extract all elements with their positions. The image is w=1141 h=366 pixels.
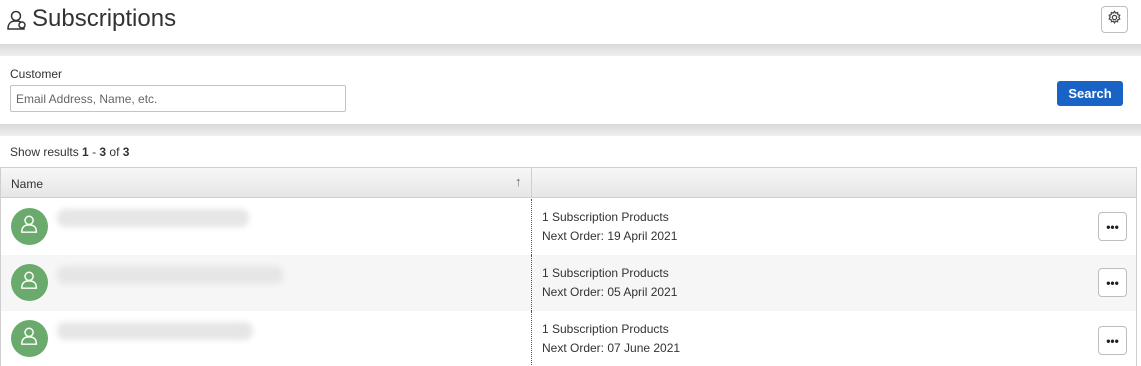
- row-actions-button[interactable]: •••: [1098, 326, 1127, 355]
- section-divider: [0, 124, 1141, 136]
- results-total: 3: [122, 145, 130, 159]
- page-title: Subscriptions: [32, 5, 177, 32]
- customer-label: Customer: [10, 67, 63, 81]
- sort-ascending-icon[interactable]: ↑: [515, 174, 522, 189]
- subscription-products: 1 Subscription Products: [542, 266, 669, 280]
- user-icon: [20, 214, 40, 239]
- customer-search-input[interactable]: [10, 85, 346, 112]
- customer-name-redacted: [57, 266, 283, 284]
- column-header-name[interactable]: Name: [11, 177, 43, 191]
- avatar: [11, 320, 48, 357]
- customer-name-redacted: [57, 322, 253, 340]
- table-row[interactable]: 1 Subscription Products Next Order: 07 J…: [1, 311, 1136, 366]
- avatar: [11, 208, 48, 245]
- table-row[interactable]: 1 Subscription Products Next Order: 19 A…: [1, 199, 1136, 255]
- column-divider: [531, 168, 532, 198]
- section-divider: [0, 44, 1141, 56]
- customer-name-redacted: [57, 209, 249, 227]
- next-order-date: Next Order: 19 April 2021: [542, 229, 678, 243]
- search-button[interactable]: Search: [1057, 81, 1123, 106]
- settings-button[interactable]: [1101, 6, 1128, 33]
- user-icon: [6, 9, 28, 31]
- subscription-products: 1 Subscription Products: [542, 322, 669, 336]
- gear-icon: [1107, 9, 1122, 30]
- table-row[interactable]: 1 Subscription Products Next Order: 05 A…: [1, 255, 1136, 311]
- subscriptions-grid: Name ↑ 1 Subscription Products Next Orde…: [0, 167, 1137, 366]
- column-divider: [531, 311, 532, 366]
- results-prefix: Show results: [10, 145, 79, 159]
- results-sep: -: [88, 145, 100, 159]
- user-icon: [20, 270, 40, 295]
- search-panel: Customer Search: [0, 56, 1141, 124]
- page-header: Subscriptions: [0, 0, 1141, 44]
- results-summary: Show results 1 - 3 of 3: [10, 145, 129, 159]
- avatar: [11, 264, 48, 301]
- results-of: of: [106, 145, 123, 159]
- grid-header: Name ↑: [1, 167, 1136, 198]
- row-actions-button[interactable]: •••: [1098, 212, 1127, 241]
- next-order-date: Next Order: 05 April 2021: [542, 285, 678, 299]
- subscription-products: 1 Subscription Products: [542, 210, 669, 224]
- column-divider: [531, 255, 532, 311]
- results-from: 1: [82, 145, 89, 159]
- next-order-date: Next Order: 07 June 2021: [542, 341, 681, 355]
- column-divider: [531, 199, 532, 255]
- row-actions-button[interactable]: •••: [1098, 268, 1127, 297]
- user-icon: [20, 326, 40, 351]
